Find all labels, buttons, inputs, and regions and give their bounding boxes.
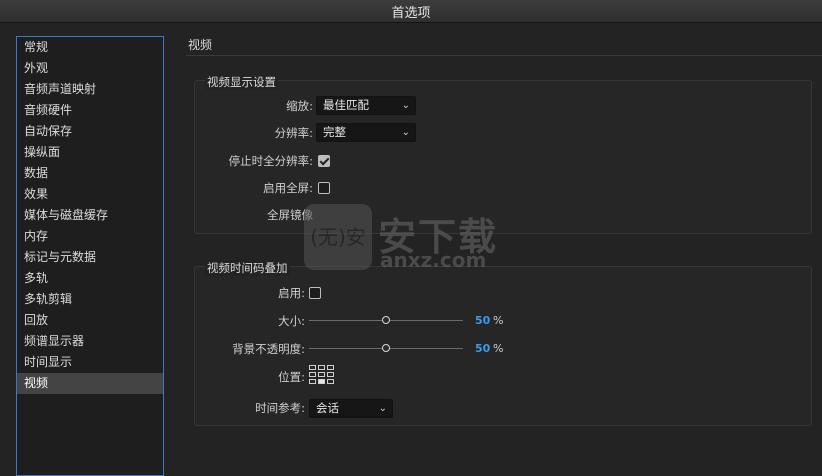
position-cell-top-center[interactable] bbox=[318, 365, 325, 370]
size-slider-handle[interactable] bbox=[382, 316, 390, 324]
overlay-enable-checkbox[interactable] bbox=[309, 287, 321, 299]
resolution-label: 分辨率: bbox=[274, 126, 313, 140]
size-unit: % bbox=[493, 314, 504, 327]
size-label: 大小: bbox=[278, 314, 305, 328]
resolution-select-value: 完整 bbox=[323, 125, 346, 139]
sidebar-item[interactable]: 多轨剪辑 bbox=[17, 289, 163, 310]
watermark: (无)安 安下载 anxz.com bbox=[304, 204, 524, 274]
window-title: 首选项 bbox=[391, 5, 431, 21]
timecode-overlay-group: 视频时间码叠加 启用: 大小: 50 % 背景不透明度: 50 % 位置: 时间… bbox=[194, 260, 812, 426]
position-picker[interactable] bbox=[309, 365, 334, 384]
sidebar-item[interactable]: 效果 bbox=[17, 184, 163, 205]
resolution-select[interactable]: 完整 ⌄ bbox=[316, 123, 416, 142]
section-divider bbox=[186, 55, 822, 56]
timecode-overlay-group-title: 视频时间码叠加 bbox=[205, 260, 290, 276]
position-cell-bottom-left[interactable] bbox=[309, 379, 316, 384]
sidebar-item[interactable]: 频谱显示器 bbox=[17, 331, 163, 352]
time-reference-value: 会话 bbox=[316, 401, 339, 415]
full-res-on-stop-checkbox[interactable] bbox=[318, 155, 330, 167]
sidebar-item[interactable]: 视频 bbox=[17, 373, 163, 394]
preferences-category-list[interactable]: 常规 外观 音频声道映射 音频硬件 自动保存 操纵面 数据 效果 媒体与磁盘缓存 内存 标记与元数据… bbox=[16, 36, 164, 476]
sidebar-item[interactable]: 外观 bbox=[17, 58, 163, 79]
sidebar-item[interactable]: 自动保存 bbox=[17, 121, 163, 142]
position-cell-top-left[interactable] bbox=[309, 365, 316, 370]
position-cell-middle-center[interactable] bbox=[318, 372, 325, 377]
sidebar-item[interactable]: 操纵面 bbox=[17, 142, 163, 163]
position-cell-bottom-center[interactable] bbox=[318, 379, 325, 384]
chevron-down-icon: ⌄ bbox=[401, 127, 410, 138]
sidebar-item[interactable]: 内存 bbox=[17, 226, 163, 247]
scale-label: 缩放: bbox=[286, 99, 313, 113]
position-cell-middle-left[interactable] bbox=[309, 372, 316, 377]
size-value[interactable]: 50 bbox=[475, 314, 490, 327]
time-reference-select[interactable]: 会话 ⌄ bbox=[309, 399, 393, 418]
opacity-value[interactable]: 50 bbox=[475, 342, 490, 355]
opacity-slider-handle[interactable] bbox=[382, 344, 390, 352]
time-reference-label: 时间参考: bbox=[255, 401, 305, 415]
fullscreen-label: 启用全屏: bbox=[263, 181, 313, 195]
overlay-enable-label: 启用: bbox=[278, 286, 305, 300]
sidebar-item[interactable]: 音频硬件 bbox=[17, 100, 163, 121]
scale-select[interactable]: 最佳匹配 ⌄ bbox=[316, 96, 416, 115]
sidebar-item[interactable]: 数据 bbox=[17, 163, 163, 184]
sidebar-item[interactable]: 回放 bbox=[17, 310, 163, 331]
opacity-label: 背景不透明度: bbox=[232, 342, 305, 356]
sidebar-item[interactable]: 音频声道映射 bbox=[17, 79, 163, 100]
sidebar-item[interactable]: 媒体与磁盘缓存 bbox=[17, 205, 163, 226]
sidebar-item[interactable]: 多轨 bbox=[17, 268, 163, 289]
position-label: 位置: bbox=[278, 370, 305, 384]
position-cell-top-right[interactable] bbox=[327, 365, 334, 370]
scale-select-value: 最佳匹配 bbox=[323, 98, 369, 112]
sidebar-item[interactable]: 常规 bbox=[17, 37, 163, 58]
position-cell-middle-right[interactable] bbox=[327, 372, 334, 377]
fullscreen-checkbox[interactable] bbox=[318, 182, 330, 194]
video-display-group-title: 视频显示设置 bbox=[205, 74, 278, 90]
watermark-url: anxz.com bbox=[380, 248, 487, 272]
position-cell-bottom-right[interactable] bbox=[327, 379, 334, 384]
section-title: 视频 bbox=[188, 38, 213, 52]
opacity-unit: % bbox=[493, 342, 504, 355]
title-bar: 首选项 bbox=[0, 0, 822, 23]
sidebar-item[interactable]: 时间显示 bbox=[17, 352, 163, 373]
sidebar-item[interactable]: 标记与元数据 bbox=[17, 247, 163, 268]
full-res-on-stop-label: 停止时全分辨率: bbox=[228, 154, 313, 168]
chevron-down-icon: ⌄ bbox=[378, 403, 387, 414]
chevron-down-icon: ⌄ bbox=[401, 100, 410, 111]
watermark-logo: (无)安 bbox=[304, 204, 372, 270]
